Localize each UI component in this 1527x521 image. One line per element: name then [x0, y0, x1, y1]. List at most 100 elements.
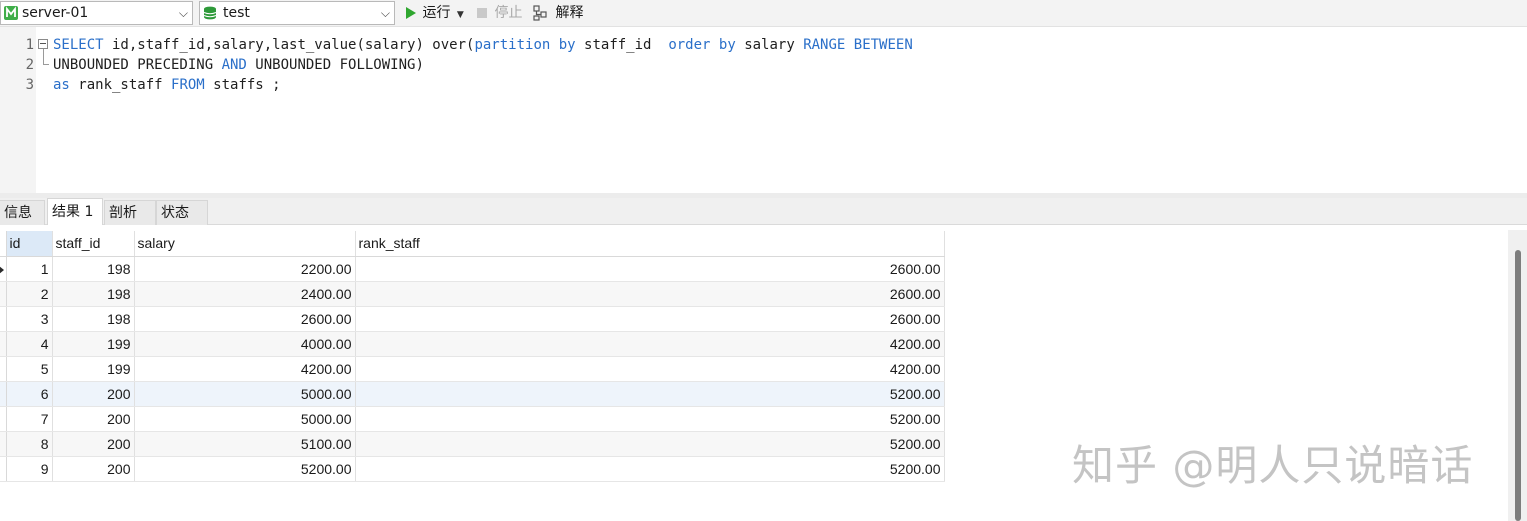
stop-button[interactable]: 停止 [476, 3, 522, 23]
cell-salary[interactable]: 2600.00 [134, 306, 356, 332]
cell-salary[interactable]: 2200.00 [134, 256, 356, 282]
database-select[interactable]: test ⌵ [199, 1, 395, 25]
explain-button[interactable]: 解释 [533, 3, 583, 23]
cell-salary[interactable]: 2400.00 [134, 281, 356, 307]
sql-keyword: as [53, 77, 70, 93]
fold-toggle-icon[interactable] [38, 39, 48, 49]
row-indicator-header [0, 231, 7, 257]
table-row[interactable]: 5 199 4200.00 4200.00 [0, 356, 945, 382]
cell-rank-staff[interactable]: 2600.00 [355, 256, 945, 282]
cell-salary[interactable]: 5000.00 [134, 406, 356, 432]
table-row[interactable]: 7 200 5000.00 5200.00 [0, 406, 945, 432]
server-connection-icon [4, 6, 18, 20]
table-row[interactable]: 3 198 2600.00 2600.00 [0, 306, 945, 332]
row-indicator[interactable] [0, 356, 7, 382]
result-grid: id staff_id salary rank_staff 1 198 2200.0… [0, 231, 945, 482]
sql-keyword: AND [221, 57, 247, 73]
cell-id[interactable]: 4 [6, 331, 53, 357]
cell-id[interactable]: 2 [6, 281, 53, 307]
chevron-down-icon: ⌵ [178, 6, 188, 20]
column-header-salary[interactable]: salary [134, 231, 356, 257]
caret-down-icon: ▼ [456, 10, 464, 20]
cell-id[interactable]: 3 [6, 306, 53, 332]
watermark: 知乎 @明人只说暗话 [1072, 441, 1474, 490]
cell-rank-staff[interactable]: 4200.00 [355, 356, 945, 382]
table-row[interactable]: 9 200 5200.00 5200.00 [0, 456, 945, 482]
cell-staff-id[interactable]: 199 [52, 356, 135, 382]
cell-salary[interactable]: 4200.00 [134, 356, 356, 382]
cell-staff-id[interactable]: 200 [52, 381, 135, 407]
explain-icon [533, 5, 547, 21]
row-indicator[interactable] [0, 431, 7, 457]
line-number: 2 [25, 57, 34, 73]
row-indicator[interactable] [0, 406, 7, 432]
code-line: UNBOUNDED PRECEDING AND UNBOUNDED FOLLOW… [53, 55, 424, 75]
cell-id[interactable]: 9 [6, 456, 53, 482]
cell-rank-staff[interactable]: 5200.00 [355, 406, 945, 432]
row-indicator[interactable] [0, 306, 7, 332]
tab-status[interactable]: 状态 [156, 200, 208, 225]
cell-id[interactable]: 5 [6, 356, 53, 382]
cell-rank-staff[interactable]: 2600.00 [355, 281, 945, 307]
run-button[interactable]: 运行 ▼ [404, 3, 464, 23]
tab-profile[interactable]: 剖析 [104, 200, 156, 225]
cell-rank-staff[interactable]: 4200.00 [355, 331, 945, 357]
tab-info[interactable]: 信息 [0, 200, 45, 225]
column-header-staff-id[interactable]: staff_id [52, 231, 135, 257]
row-indicator[interactable] [0, 256, 7, 282]
connection-select[interactable]: server-01 ⌵ [0, 1, 193, 25]
toolbar: server-01 ⌵ test ⌵ 运行 ▼ 停止 解释 [0, 0, 1527, 27]
table-row[interactable]: 4 199 4000.00 4200.00 [0, 331, 945, 357]
cell-id[interactable]: 8 [6, 431, 53, 457]
code-line: as rank_staff FROM staffs ; [53, 75, 281, 95]
result-tabs: 信息 结果 1 剖析 状态 [0, 198, 1527, 225]
cell-rank-staff[interactable]: 2600.00 [355, 306, 945, 332]
sql-text: staffs ; [204, 77, 281, 93]
row-indicator[interactable] [0, 381, 7, 407]
cell-staff-id[interactable]: 198 [52, 306, 135, 332]
cell-rank-staff[interactable]: 5200.00 [355, 431, 945, 457]
tab-result-1[interactable]: 结果 1 [47, 198, 103, 225]
cell-rank-staff[interactable]: 5200.00 [355, 381, 945, 407]
column-header-id[interactable]: id [6, 231, 53, 257]
table-row[interactable]: 6 200 5000.00 5200.00 [0, 381, 945, 407]
column-header-rank-staff[interactable]: rank_staff [355, 231, 945, 257]
table-row[interactable]: 8 200 5100.00 5200.00 [0, 431, 945, 457]
connection-label: server-01 [22, 5, 89, 21]
sql-text: UNBOUNDED FOLLOWING) [246, 57, 424, 73]
cell-rank-staff[interactable]: 5200.00 [355, 456, 945, 482]
row-indicator[interactable] [0, 331, 7, 357]
stop-label: 停止 [494, 5, 523, 21]
cell-salary[interactable]: 5100.00 [134, 431, 356, 457]
sql-keyword: order by [668, 37, 736, 53]
cell-salary[interactable]: 5000.00 [134, 381, 356, 407]
row-indicator[interactable] [0, 456, 7, 482]
cell-salary[interactable]: 4000.00 [134, 331, 356, 357]
scrollbar-thumb[interactable] [1515, 250, 1521, 521]
cell-staff-id[interactable]: 198 [52, 256, 135, 282]
code-line: SELECT id,staff_id,salary,last_value(sal… [53, 35, 913, 55]
cell-salary[interactable]: 5200.00 [134, 456, 356, 482]
sql-keyword: partition by [474, 37, 576, 53]
sql-editor[interactable]: 1 2 3 SELECT id,staff_id,salary,last_val… [0, 27, 1527, 193]
current-row-arrow-icon [0, 265, 4, 274]
cell-staff-id[interactable]: 200 [52, 431, 135, 457]
cell-id[interactable]: 7 [6, 406, 53, 432]
table-row[interactable]: 1 198 2200.00 2600.00 [0, 256, 945, 282]
row-indicator[interactable] [0, 281, 7, 307]
cell-staff-id[interactable]: 198 [52, 281, 135, 307]
sql-keyword: FROM [171, 77, 205, 93]
line-number: 3 [25, 77, 34, 93]
sql-keyword: SELECT [53, 37, 104, 53]
stop-icon [477, 8, 487, 18]
run-label: 运行 [422, 5, 451, 21]
cell-id[interactable]: 6 [6, 381, 53, 407]
sql-text: staff_id [575, 37, 669, 53]
cell-staff-id[interactable]: 200 [52, 456, 135, 482]
cell-id[interactable]: 1 [6, 256, 53, 282]
explain-label: 解释 [555, 5, 584, 21]
cell-staff-id[interactable]: 200 [52, 406, 135, 432]
table-row[interactable]: 2 198 2400.00 2600.00 [0, 281, 945, 307]
cell-staff-id[interactable]: 199 [52, 331, 135, 357]
sql-text: id,staff_id,salary,last_value(salary) ov… [103, 37, 475, 53]
